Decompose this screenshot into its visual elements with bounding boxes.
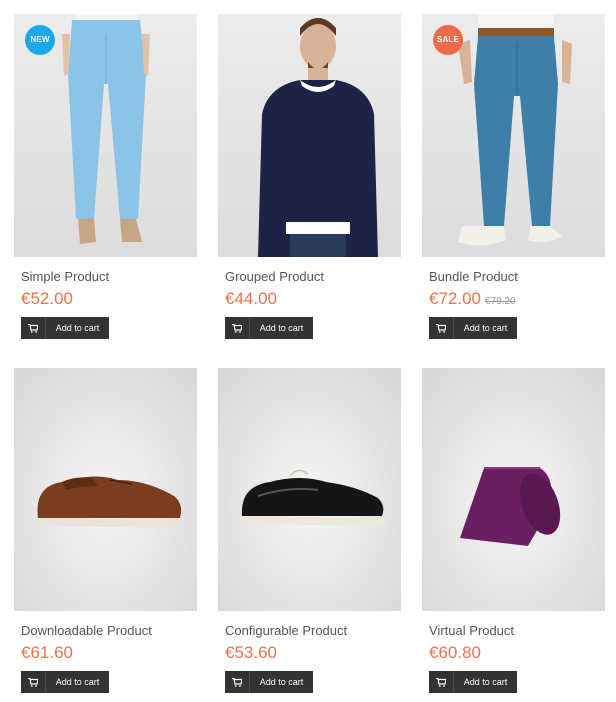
new-badge: NEW <box>25 25 55 55</box>
product-image-black-leather-shoe[interactable] <box>218 368 401 611</box>
product-image-purple-tie[interactable] <box>422 368 605 611</box>
product-name[interactable]: Simple Product <box>21 269 197 284</box>
cart-icon <box>429 317 454 339</box>
product-image-blue-skinny-jeans[interactable]: SALE <box>422 14 605 257</box>
product-card: Grouped Product €44.00 Add to cart <box>218 14 401 339</box>
cart-icon <box>225 671 250 693</box>
product-name[interactable]: Configurable Product <box>225 623 401 638</box>
add-to-cart-label: Add to cart <box>55 323 100 333</box>
sale-badge: SALE <box>433 25 463 55</box>
product-card: SALE Bundle Product €72.00 €79.20 Add to … <box>422 14 605 339</box>
product-grid: NEW Simple Product €52.00 Add to cart Gr… <box>0 0 616 702</box>
add-to-cart-button[interactable]: Add to cart <box>225 317 313 339</box>
price-row: €60.80 <box>429 643 605 663</box>
product-image-brown-suede-brogue[interactable] <box>14 368 197 611</box>
product-name[interactable]: Bundle Product <box>429 269 605 284</box>
cart-icon <box>225 317 250 339</box>
product-name[interactable]: Grouped Product <box>225 269 401 284</box>
product-price: €61.60 <box>21 643 73 662</box>
product-price: €72.00 <box>429 289 481 308</box>
price-row: €53.60 <box>225 643 401 663</box>
add-to-cart-label: Add to cart <box>463 323 508 333</box>
add-to-cart-label: Add to cart <box>55 677 100 687</box>
price-row: €44.00 <box>225 289 401 309</box>
product-name[interactable]: Virtual Product <box>429 623 605 638</box>
product-name[interactable]: Downloadable Product <box>21 623 197 638</box>
add-to-cart-label: Add to cart <box>259 323 304 333</box>
add-to-cart-label: Add to cart <box>463 677 508 687</box>
product-price: €52.00 <box>21 289 73 308</box>
product-image-light-blue-chinos[interactable]: NEW <box>14 14 197 257</box>
price-row: €61.60 <box>21 643 197 663</box>
product-card: Virtual Product €60.80 Add to cart <box>422 368 605 693</box>
add-to-cart-label: Add to cart <box>259 677 304 687</box>
price-row: €72.00 €79.20 <box>429 289 605 309</box>
add-to-cart-button[interactable]: Add to cart <box>21 671 109 693</box>
add-to-cart-button[interactable]: Add to cart <box>21 317 109 339</box>
cart-icon <box>21 317 46 339</box>
product-image-navy-sweater[interactable] <box>218 14 401 257</box>
product-card: NEW Simple Product €52.00 Add to cart <box>14 14 197 339</box>
add-to-cart-button[interactable]: Add to cart <box>429 317 517 339</box>
product-card: Configurable Product €53.60 Add to cart <box>218 368 401 693</box>
product-old-price: €79.20 <box>485 296 516 307</box>
product-price: €44.00 <box>225 289 277 308</box>
product-price: €53.60 <box>225 643 277 662</box>
add-to-cart-button[interactable]: Add to cart <box>429 671 517 693</box>
product-price: €60.80 <box>429 643 481 662</box>
cart-icon <box>21 671 46 693</box>
product-card: Downloadable Product €61.60 Add to cart <box>14 368 197 693</box>
cart-icon <box>429 671 454 693</box>
price-row: €52.00 <box>21 289 197 309</box>
add-to-cart-button[interactable]: Add to cart <box>225 671 313 693</box>
